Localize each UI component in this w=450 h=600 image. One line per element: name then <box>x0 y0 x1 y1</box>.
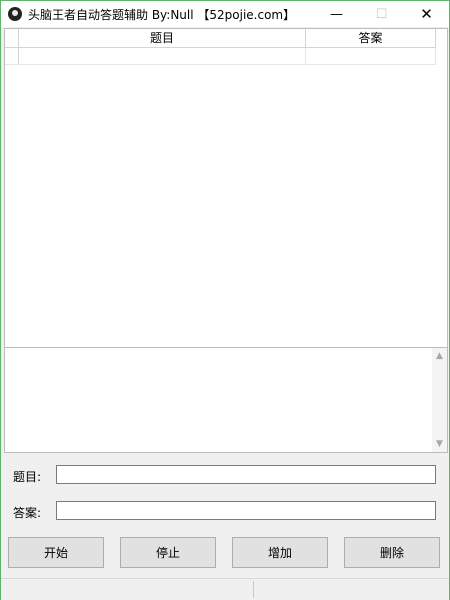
table-header: 题目 答案 <box>5 29 436 48</box>
close-icon: ✕ <box>420 5 433 23</box>
start-button[interactable]: 开始 <box>8 537 104 568</box>
minimize-icon: — <box>330 6 343 22</box>
header-corner <box>5 29 19 47</box>
column-header-answer[interactable]: 答案 <box>306 29 436 47</box>
column-header-question[interactable]: 题目 <box>19 29 306 47</box>
table-cell-question[interactable] <box>19 48 306 64</box>
add-button[interactable]: 增加 <box>232 537 328 568</box>
answer-input[interactable] <box>56 501 436 520</box>
row-header[interactable] <box>5 48 19 64</box>
app-icon[interactable] <box>8 7 22 21</box>
status-bar <box>1 578 449 600</box>
question-input[interactable] <box>56 465 436 484</box>
stop-button[interactable]: 停止 <box>120 537 216 568</box>
app-window: 头脑王者自动答题辅助 By:Null 【52pojie.com】 — ☐ ✕ 题… <box>0 0 450 600</box>
answer-label: 答案: <box>13 506 42 520</box>
table-cell-answer[interactable] <box>306 48 436 64</box>
window-title: 头脑王者自动答题辅助 By:Null 【52pojie.com】 <box>28 8 296 22</box>
log-textarea[interactable]: ▲ ▼ <box>4 347 448 453</box>
close-button[interactable]: ✕ <box>404 1 449 27</box>
maximize-icon: ☐ <box>375 6 388 22</box>
delete-button[interactable]: 删除 <box>344 537 440 568</box>
status-separator <box>253 581 254 598</box>
maximize-button[interactable]: ☐ <box>359 1 404 27</box>
minimize-button[interactable]: — <box>314 1 359 27</box>
question-answer-table[interactable]: 题目 答案 <box>4 28 448 348</box>
scroll-up-icon[interactable]: ▲ <box>432 348 447 364</box>
question-label: 题目: <box>13 470 42 484</box>
title-bar[interactable]: 头脑王者自动答题辅助 By:Null 【52pojie.com】 — ☐ ✕ <box>1 1 449 27</box>
vertical-scrollbar[interactable]: ▲ ▼ <box>432 348 447 452</box>
scroll-down-icon[interactable]: ▼ <box>432 436 447 452</box>
table-row[interactable] <box>5 48 436 65</box>
